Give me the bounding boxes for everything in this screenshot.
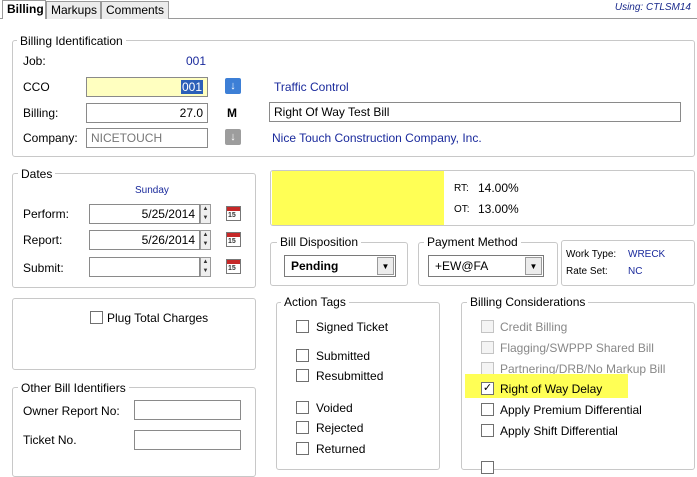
company-description: Nice Touch Construction Company, Inc.: [272, 131, 482, 145]
using-label: Using: CTLSM14: [614, 2, 691, 13]
billing-considerations-legend: Billing Considerations: [467, 295, 589, 309]
owner-report-label: Owner Report No:: [23, 404, 120, 418]
report-label: Report:: [23, 233, 63, 247]
chevron-down-icon[interactable]: ▼: [377, 257, 394, 275]
flagging-shared-bill-checkbox[interactable]: [481, 341, 494, 354]
day-name: Sunday: [135, 185, 169, 196]
credit-billing-checkbox[interactable]: [481, 320, 494, 333]
payment-method-select[interactable]: +EW@FA ▼: [428, 255, 544, 277]
rt-label: RT:: [454, 183, 469, 194]
company-label: Company:: [23, 131, 78, 145]
spin-updown-icon[interactable]: ▲ ▼: [200, 257, 211, 277]
owner-report-input[interactable]: [134, 400, 241, 420]
cco-input[interactable]: 001: [86, 77, 208, 97]
voided-label: Voided: [316, 401, 353, 415]
premium-differential-checkbox[interactable]: [481, 403, 494, 416]
perform-date-input[interactable]: 5/25/2014: [89, 204, 200, 224]
ticket-label: Ticket No.: [23, 433, 77, 447]
signed-ticket-label: Signed Ticket: [316, 320, 389, 334]
cco-description: Traffic Control: [274, 80, 349, 94]
calendar-icon[interactable]: 15: [226, 206, 241, 221]
extra-checkbox[interactable]: [481, 461, 494, 474]
job-value: 001: [186, 54, 207, 68]
job-label: Job:: [23, 54, 46, 68]
right-of-way-delay-checkbox[interactable]: ✓: [481, 382, 494, 395]
rejected-checkbox[interactable]: [296, 421, 309, 434]
submitted-label: Submitted: [316, 349, 371, 363]
billing-input[interactable]: 27.0: [86, 103, 208, 123]
ot-value: 13.00%: [478, 202, 519, 216]
tab-comments[interactable]: Comments: [101, 1, 169, 19]
ot-label: OT:: [454, 204, 470, 215]
rate-set-value: NC: [628, 266, 643, 277]
cco-label: CCO: [23, 80, 50, 94]
billing-description-input[interactable]: Right Of Way Test Bill: [269, 102, 681, 122]
payment-method-legend: Payment Method: [424, 235, 521, 249]
plug-total-label: Plug Total Charges: [107, 311, 209, 325]
credit-billing-label: Credit Billing: [500, 320, 568, 334]
tab-billing[interactable]: Billing: [2, 0, 46, 19]
premium-differential-label: Apply Premium Differential: [500, 403, 642, 417]
chevron-down-icon[interactable]: ▼: [525, 257, 542, 275]
rt-value: 14.00%: [478, 181, 519, 195]
calendar-icon[interactable]: 15: [226, 232, 241, 247]
plug-total-checkbox[interactable]: [90, 311, 103, 324]
calendar-icon[interactable]: 15: [226, 259, 241, 274]
work-type-label: Work Type:: [566, 249, 617, 260]
work-type-value: WRECK: [628, 249, 666, 260]
bill-disposition-select[interactable]: Pending ▼: [284, 255, 396, 277]
shift-differential-checkbox[interactable]: [481, 424, 494, 437]
rejected-label: Rejected: [316, 421, 364, 435]
spin-updown-icon[interactable]: ▲ ▼: [200, 204, 211, 224]
dates-legend: Dates: [18, 167, 56, 181]
ticket-input[interactable]: [134, 430, 241, 450]
bill-disposition-legend: Bill Disposition: [277, 235, 362, 249]
arrow-down-icon[interactable]: ↓: [225, 129, 241, 145]
billing-flag: M: [227, 106, 237, 120]
rates-highlight: [272, 171, 444, 225]
billing-label: Billing:: [23, 106, 59, 120]
tab-markups[interactable]: Markups: [46, 1, 101, 19]
plug-total-group: [12, 298, 256, 370]
returned-label: Returned: [316, 442, 366, 456]
other-bill-identifiers-legend: Other Bill Identifiers: [18, 381, 129, 395]
right-of-way-delay-label: Right of Way Delay: [500, 382, 603, 396]
flagging-shared-bill-label: Flagging/SWPPP Shared Bill: [500, 341, 654, 355]
bill-disposition-value: Pending: [291, 259, 339, 273]
work-info-group: [561, 240, 695, 286]
signed-ticket-checkbox[interactable]: [296, 320, 309, 333]
cco-value: 001: [180, 80, 203, 94]
returned-checkbox[interactable]: [296, 442, 309, 455]
submit-label: Submit:: [23, 261, 64, 275]
report-date-input[interactable]: 5/26/2014: [89, 230, 200, 250]
rate-set-label: Rate Set:: [566, 266, 608, 277]
submit-date-input[interactable]: [89, 257, 200, 277]
action-tags-legend: Action Tags: [281, 295, 349, 309]
company-input[interactable]: NICETOUCH: [86, 128, 208, 148]
perform-label: Perform:: [23, 207, 70, 221]
resubmitted-label: Resubmitted: [316, 369, 384, 383]
spin-updown-icon[interactable]: ▲ ▼: [200, 230, 211, 250]
voided-checkbox[interactable]: [296, 401, 309, 414]
arrow-down-icon[interactable]: ↓: [225, 78, 241, 94]
shift-differential-label: Apply Shift Differential: [500, 424, 618, 438]
payment-method-value: +EW@FA: [435, 259, 489, 273]
submitted-checkbox[interactable]: [296, 349, 309, 362]
resubmitted-checkbox[interactable]: [296, 369, 309, 382]
billing-identification-legend: Billing Identification: [17, 34, 126, 48]
